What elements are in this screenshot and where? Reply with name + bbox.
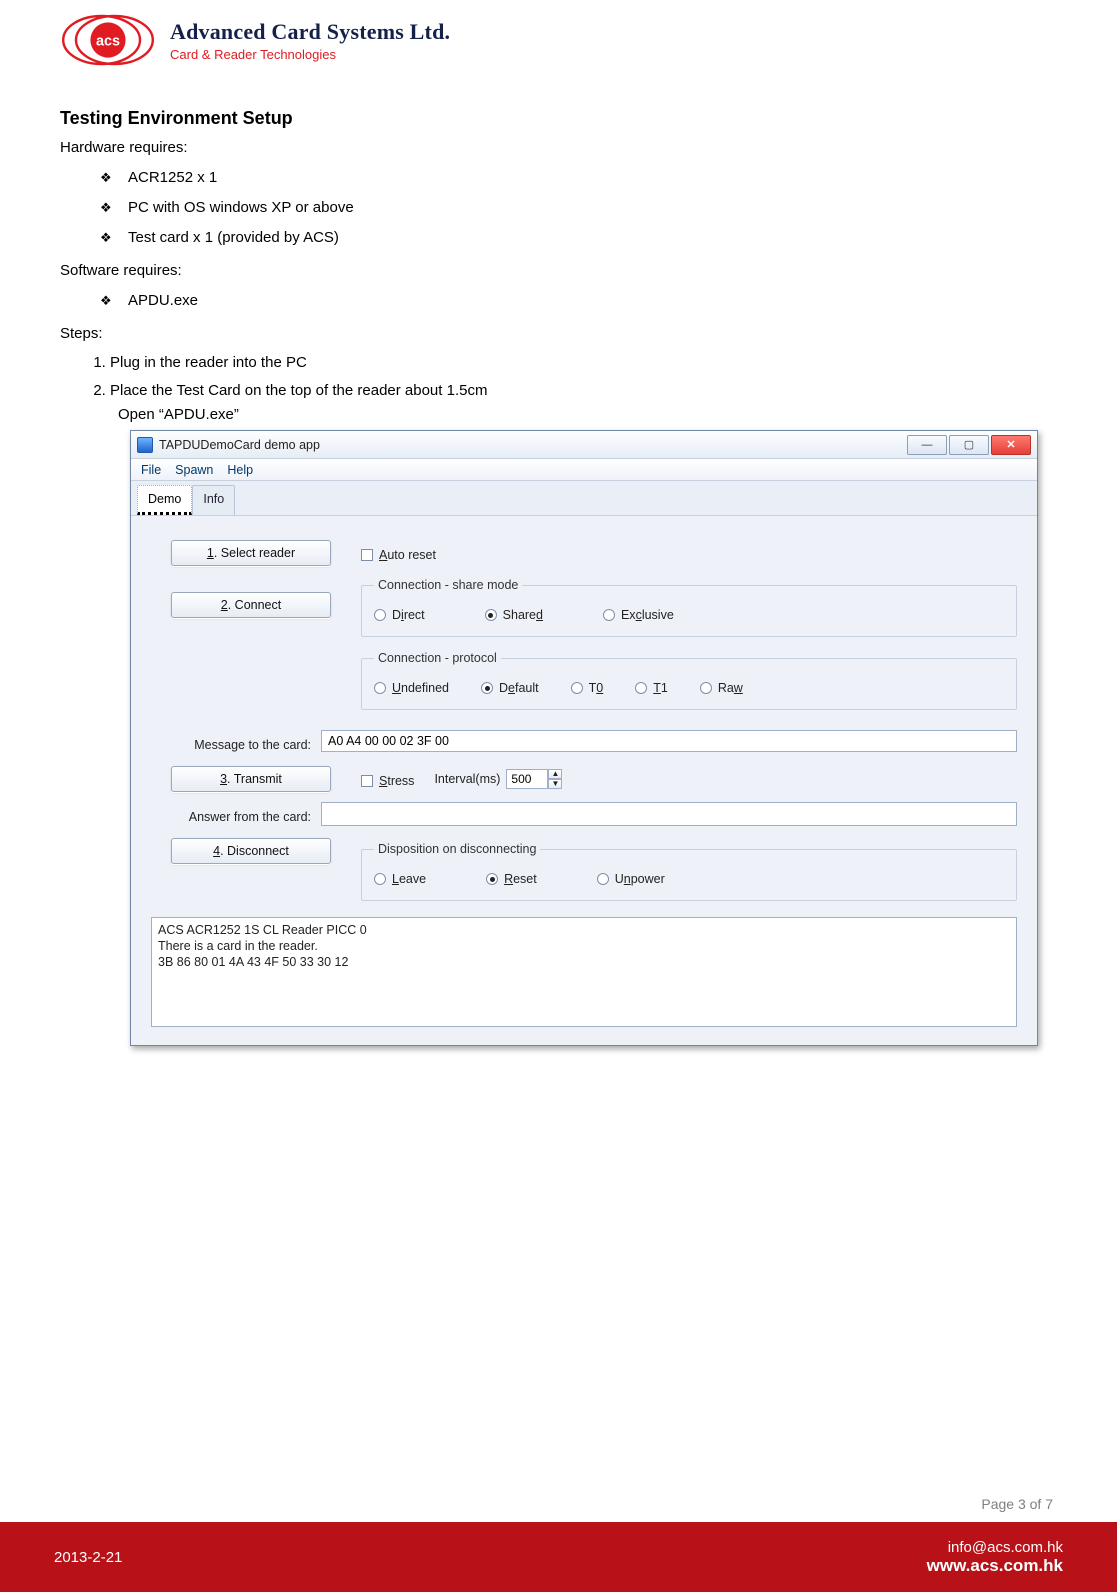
radio-default[interactable]: Default xyxy=(481,677,539,699)
doc-header: acs Advanced Card Systems Ltd. Card & Re… xyxy=(60,0,1057,72)
radio-t0[interactable]: T0 xyxy=(571,677,604,699)
radio-icon xyxy=(597,873,609,885)
interval-input[interactable] xyxy=(506,769,548,789)
radio-icon xyxy=(486,873,498,885)
step-1: Plug in the reader into the PC xyxy=(110,352,1057,374)
list-item: ACR1252 x 1 xyxy=(100,166,1057,190)
disposition-legend: Disposition on disconnecting xyxy=(374,838,540,860)
sw-list: APDU.exe xyxy=(100,289,1057,313)
radio-raw[interactable]: Raw xyxy=(700,677,743,699)
radio-icon xyxy=(485,609,497,621)
radio-icon xyxy=(481,682,493,694)
radio-undefined[interactable]: Undefined xyxy=(374,677,449,699)
list-item: PC with OS windows XP or above xyxy=(100,196,1057,220)
radio-icon xyxy=(374,682,386,694)
menu-file[interactable]: File xyxy=(141,459,161,481)
protocol-legend: Connection - protocol xyxy=(374,647,501,669)
menu-spawn[interactable]: Spawn xyxy=(175,459,213,481)
list-item: APDU.exe xyxy=(100,289,1057,313)
radio-reset[interactable]: Reset xyxy=(486,868,537,890)
step-2: Place the Test Card on the top of the re… xyxy=(110,380,1057,1046)
footer-site: www.acs.com.hk xyxy=(927,1556,1063,1576)
share-mode-legend: Connection - share mode xyxy=(374,574,522,596)
share-mode-group: Connection - share mode Direct Shared Ex… xyxy=(361,574,1017,637)
disposition-group: Disposition on disconnecting Leave Reset… xyxy=(361,838,1017,901)
menu-help[interactable]: Help xyxy=(227,459,253,481)
footer-email: info@acs.com.hk xyxy=(927,1539,1063,1556)
radio-exclusive[interactable]: Exclusive xyxy=(603,604,674,626)
chevron-down-icon[interactable]: ▼ xyxy=(548,779,562,789)
log-area: ACS ACR1252 1S CL Reader PICC 0 There is… xyxy=(151,917,1017,1027)
disconnect-button[interactable]: 4. Disconnect xyxy=(171,838,331,864)
footer-date: 2013-2-21 xyxy=(54,1549,122,1566)
window-title: TAPDUDemoCard demo app xyxy=(159,434,320,456)
company-name: Advanced Card Systems Ltd. xyxy=(170,19,450,45)
radio-direct[interactable]: Direct xyxy=(374,604,425,626)
message-input[interactable] xyxy=(321,730,1017,752)
radio-shared[interactable]: Shared xyxy=(485,604,543,626)
minimize-button[interactable]: — xyxy=(907,435,947,455)
radio-icon xyxy=(700,682,712,694)
select-reader-button[interactable]: 1. Select reader xyxy=(171,540,331,566)
radio-icon xyxy=(603,609,615,621)
list-item: Test card x 1 (provided by ACS) xyxy=(100,226,1057,250)
step-2-sub: Open “APDU.exe” xyxy=(118,404,1057,426)
tab-demo[interactable]: Demo xyxy=(137,485,192,515)
step-2-text: Place the Test Card on the top of the re… xyxy=(110,382,487,399)
connect-button[interactable]: 2. Connect xyxy=(171,592,331,618)
protocol-group: Connection - protocol Undefined Default … xyxy=(361,647,1017,710)
auto-reset-checkbox[interactable]: Auto reset xyxy=(361,544,1017,566)
hw-requires-label: Hardware requires: xyxy=(60,139,1057,156)
radio-icon xyxy=(374,873,386,885)
stress-checkbox[interactable]: Stress xyxy=(361,770,414,792)
window-titlebar[interactable]: TAPDUDemoCard demo app — ▢ ✕ xyxy=(131,431,1037,459)
interval-label: Interval(ms) xyxy=(434,768,500,790)
radio-icon xyxy=(374,609,386,621)
answer-label: Answer from the card: xyxy=(151,802,321,828)
checkbox-icon xyxy=(361,775,373,787)
tab-info[interactable]: Info xyxy=(192,485,235,515)
close-button[interactable]: ✕ xyxy=(991,435,1031,455)
transmit-button[interactable]: 3. Transmit xyxy=(171,766,331,792)
radio-t1[interactable]: T1 xyxy=(635,677,668,699)
page-number: Page 3 of 7 xyxy=(0,1452,1117,1522)
company-tagline: Card & Reader Technologies xyxy=(170,47,450,62)
app-icon xyxy=(137,437,153,453)
steps-list: Plug in the reader into the PC Place the… xyxy=(90,352,1057,1046)
apdu-window: TAPDUDemoCard demo app — ▢ ✕ File Spawn … xyxy=(130,430,1038,1046)
doc-footer: 2013-2-21 info@acs.com.hk www.acs.com.hk xyxy=(0,1522,1117,1592)
chevron-up-icon[interactable]: ▲ xyxy=(548,769,562,779)
tabstrip: Demo Info xyxy=(131,481,1037,515)
steps-label: Steps: xyxy=(60,325,1057,342)
section-heading: Testing Environment Setup xyxy=(60,108,1057,129)
answer-output xyxy=(321,802,1017,826)
svg-text:acs: acs xyxy=(96,34,120,50)
interval-stepper[interactable]: ▲ ▼ xyxy=(506,769,562,789)
radio-unpower[interactable]: Unpower xyxy=(597,868,665,890)
sw-requires-label: Software requires: xyxy=(60,262,1057,279)
hw-list: ACR1252 x 1 PC with OS windows XP or abo… xyxy=(100,166,1057,250)
radio-icon xyxy=(571,682,583,694)
maximize-button[interactable]: ▢ xyxy=(949,435,989,455)
acs-logo: acs xyxy=(60,8,156,72)
checkbox-icon xyxy=(361,549,373,561)
radio-icon xyxy=(635,682,647,694)
radio-leave[interactable]: Leave xyxy=(374,868,426,890)
menubar[interactable]: File Spawn Help xyxy=(131,459,1037,481)
message-label: Message to the card: xyxy=(151,730,321,756)
